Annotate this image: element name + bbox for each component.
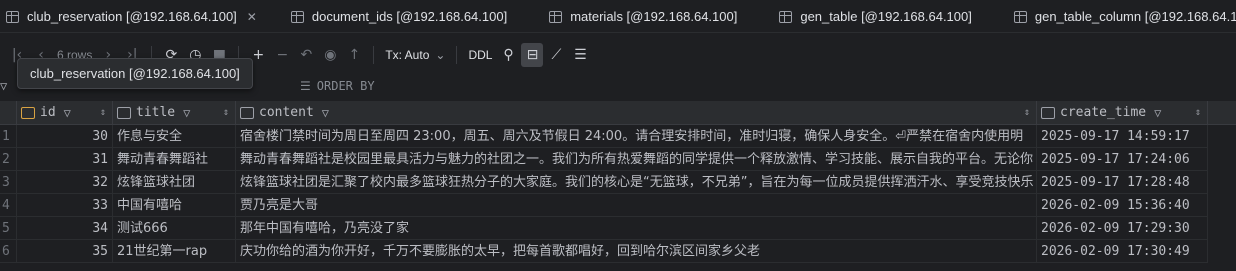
cell-content[interactable]: 庆功你给的酒为你开好，千万不要膨胀的太早，把每首歌都唱好，回到哈尔滨区间家乡父老 xyxy=(236,240,1037,263)
column-header-create-time[interactable]: create_time ▽ ⇕ xyxy=(1037,101,1208,125)
table-row[interactable]: 5 34 测试666 那年中国有嘻哈，乃亮没了家 2026-02-09 17:2… xyxy=(0,217,1236,240)
tab-materials[interactable]: materials [@192.168.64.100] xyxy=(539,0,747,32)
cell-id[interactable]: 35 xyxy=(17,240,113,263)
cell-id[interactable]: 30 xyxy=(17,125,113,148)
table-icon xyxy=(1013,10,1027,23)
tab-club-reservation[interactable]: club_reservation [@192.168.64.100] ✕ xyxy=(0,0,267,32)
column-name: content xyxy=(259,105,314,120)
table-row[interactable]: 1 30 作息与安全 宿舍楼门禁时间为周日至周四 23:00，周五、周六及节假日… xyxy=(0,125,1236,148)
cell-content[interactable]: 炫锋篮球社团是汇聚了校内最多篮球狂热分子的大家庭。我们的核心是“无篮球，不兄弟”… xyxy=(236,171,1037,194)
order-by-field[interactable]: ☰ ORDER BY xyxy=(300,79,375,93)
editor-tab-bar: club_reservation [@192.168.64.100] ✕ doc… xyxy=(0,0,1236,33)
header-filler xyxy=(1208,101,1236,125)
cell-create-time[interactable]: 2025-09-17 14:59:17 xyxy=(1037,125,1208,148)
row-number: 2 xyxy=(0,148,17,171)
table-icon xyxy=(290,10,304,23)
column-name: id xyxy=(40,105,56,120)
toolbar-divider xyxy=(456,46,458,64)
search-icon[interactable]: ⚲ xyxy=(497,43,519,67)
table-row[interactable]: 4 33 中国有嘻哈 贾乃亮是大哥 2026-02-09 15:36:40 xyxy=(0,194,1236,217)
order-by-label: ORDER BY xyxy=(316,79,375,93)
tab-label: materials [@192.168.64.100] xyxy=(570,9,738,24)
tab-gen-table-column[interactable]: gen_table_column [@192.168.64.100] xyxy=(1004,0,1236,32)
column-icon xyxy=(1041,106,1055,119)
cell-title[interactable]: 炫锋篮球社团 xyxy=(113,171,236,194)
tab-document-ids[interactable]: document_ids [@192.168.64.100] xyxy=(281,0,517,32)
cell-content[interactable]: 舞动青春舞蹈社是校园里最具活力与魅力的社团之一。我们为所有热爱舞蹈的同学提供一个… xyxy=(236,148,1037,171)
submit-icon[interactable]: ↑ xyxy=(343,43,365,67)
column-icon xyxy=(240,106,254,119)
chevron-down-icon: ⌄ xyxy=(435,48,446,62)
cell-create-time[interactable]: 2025-09-17 17:28:48 xyxy=(1037,171,1208,194)
tab-tooltip: club_reservation [@192.168.64.100] xyxy=(17,58,253,89)
ddl-button[interactable]: DDL xyxy=(465,43,495,67)
revert-icon[interactable]: ↶ xyxy=(295,43,317,67)
row-number: 1 xyxy=(0,125,17,148)
cell-id[interactable]: 32 xyxy=(17,171,113,194)
sort-arrows-icon[interactable]: ⇕ xyxy=(1195,107,1201,118)
cell-create-time[interactable]: 2026-02-09 17:30:49 xyxy=(1037,240,1208,263)
view-settings-icon[interactable]: ☰ xyxy=(569,43,591,67)
cell-title[interactable]: 作息与安全 xyxy=(113,125,236,148)
sort-arrows-icon[interactable]: ⇕ xyxy=(223,107,229,118)
table-icon xyxy=(549,10,563,23)
chart-icon[interactable]: ⟋ xyxy=(545,43,567,67)
row-number-header xyxy=(0,101,17,125)
sort-icon: ☰ xyxy=(300,79,311,93)
table-icon xyxy=(779,10,793,23)
row-number: 3 xyxy=(0,171,17,194)
table-icon xyxy=(6,10,19,23)
sort-arrows-icon[interactable]: ⇕ xyxy=(1024,107,1030,118)
cell-title[interactable]: 中国有嘻哈 xyxy=(113,194,236,217)
column-name: create_time xyxy=(1060,105,1147,120)
column-header-title[interactable]: title ▽ ⇕ xyxy=(113,101,236,125)
tab-label: gen_table_column [@192.168.64.100] xyxy=(1034,9,1236,24)
filter-icon[interactable]: ▽ xyxy=(64,106,71,120)
filter-view-icon[interactable]: ⊟ xyxy=(521,43,544,67)
cell-create-time[interactable]: 2026-02-09 15:36:40 xyxy=(1037,194,1208,217)
key-column-icon xyxy=(21,106,35,119)
close-icon[interactable]: ✕ xyxy=(247,10,257,24)
filter-icon[interactable]: ▽ xyxy=(322,106,329,120)
row-number: 4 xyxy=(0,194,17,217)
cell-id[interactable]: 31 xyxy=(17,148,113,171)
column-header-content[interactable]: content ▽ ⇕ xyxy=(236,101,1037,125)
table-row[interactable]: 6 35 21世纪第一rap 庆功你给的酒为你开好，千万不要膨胀的太早，把每首歌… xyxy=(0,240,1236,263)
sort-arrows-icon[interactable]: ⇕ xyxy=(100,107,106,118)
cell-title[interactable]: 舞动青春舞蹈社 xyxy=(113,148,236,171)
tab-label: gen_table [@192.168.64.100] xyxy=(800,9,972,24)
row-number: 6 xyxy=(0,240,17,263)
transaction-mode-label: Tx: Auto xyxy=(385,48,430,62)
preview-changes-icon[interactable]: ◉ xyxy=(319,43,341,67)
cell-id[interactable]: 34 xyxy=(17,217,113,240)
cell-id[interactable]: 33 xyxy=(17,194,113,217)
tab-label: club_reservation [@192.168.64.100] xyxy=(27,9,237,24)
cell-content[interactable]: 贾乃亮是大哥 xyxy=(236,194,1037,217)
column-name: title xyxy=(136,105,176,120)
toolbar-divider xyxy=(373,46,375,64)
column-header-id[interactable]: id ▽ ⇕ xyxy=(17,101,113,125)
cell-title[interactable]: 测试666 xyxy=(113,217,236,240)
filter-icon[interactable]: ▽ xyxy=(1154,106,1161,120)
cell-title[interactable]: 21世纪第一rap xyxy=(113,240,236,263)
delete-row-icon[interactable]: − xyxy=(271,43,293,67)
transaction-mode-dropdown[interactable]: Tx: Auto ⌄ xyxy=(382,43,448,67)
table-row[interactable]: 2 31 舞动青春舞蹈社 舞动青春舞蹈社是校园里最具活力与魅力的社团之一。我们为… xyxy=(0,148,1236,171)
tab-gen-table[interactable]: gen_table [@192.168.64.100] xyxy=(769,0,982,32)
cell-create-time[interactable]: 2025-09-17 17:24:06 xyxy=(1037,148,1208,171)
filter-icon[interactable]: ▽ xyxy=(183,106,190,120)
cell-create-time[interactable]: 2026-02-09 17:29:30 xyxy=(1037,217,1208,240)
where-filter-icon[interactable]: ▽ xyxy=(0,79,7,93)
row-number: 5 xyxy=(0,217,17,240)
cell-content[interactable]: 宿舍楼门禁时间为周日至周四 23:00，周五、周六及节假日 24:00。请合理安… xyxy=(236,125,1037,148)
table-row[interactable]: 3 32 炫锋篮球社团 炫锋篮球社团是汇聚了校内最多篮球狂热分子的大家庭。我们的… xyxy=(0,171,1236,194)
cell-content[interactable]: 那年中国有嘻哈，乃亮没了家 xyxy=(236,217,1037,240)
tab-label: document_ids [@192.168.64.100] xyxy=(311,9,508,24)
column-icon xyxy=(117,106,131,119)
